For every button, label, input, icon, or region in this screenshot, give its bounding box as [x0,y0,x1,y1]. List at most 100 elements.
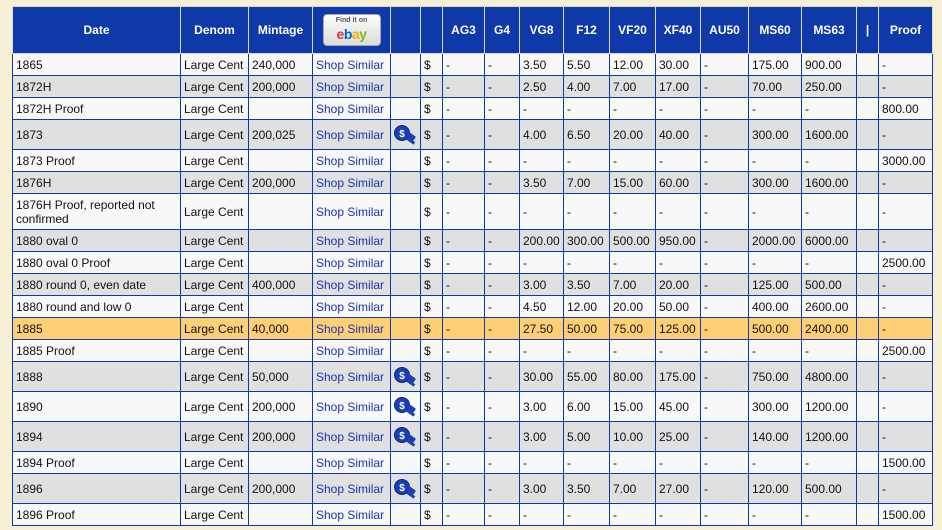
cell-gavel[interactable]: $ [390,473,421,504]
cell-ag3: - [442,421,485,452]
table-row[interactable]: 1876H Large Cent 200,000 Shop Similar $ - -3.5… [12,171,933,194]
table-row[interactable]: 1885 Large Cent 40,000 Shop Similar $ - -27.50… [12,317,933,340]
table-row[interactable]: 1880 oval 0 Proof Large Cent Shop Similar $… [12,251,933,274]
cell-mintage [248,503,313,526]
col-ag3-header[interactable]: AG3 [442,6,485,54]
cell-gavel[interactable]: $ [390,361,421,392]
cell-mintage: 200,025 [248,119,313,150]
shop-similar-link[interactable]: Shop Similar [312,317,391,340]
table-row[interactable]: 1872H Large Cent 200,000 Shop Similar $ - -2.5… [12,75,933,98]
cell-cur: $ [420,97,443,120]
col-xf40-header[interactable]: XF40 [655,6,701,54]
col-vg8-header[interactable]: VG8 [519,6,564,54]
find-it-on-ebay-badge[interactable]: Find it on ebay [322,14,381,46]
cell-gavel[interactable]: $ [390,421,421,452]
col-date-header[interactable]: Date [12,6,181,54]
table-row[interactable]: 1896 Large Cent 200,000 Shop Similar $ $ - -3.0… [12,473,933,504]
shop-similar-link[interactable]: Shop Similar [312,229,391,252]
cell-vf20: - [609,149,656,172]
cell-f12: 3.50 [563,473,610,504]
table-row[interactable]: 1880 round 0, even date Large Cent 400,000… [12,273,933,296]
table-row[interactable]: 1885 Proof Large Cent Shop Similar $ - - - - - - -… [12,339,933,362]
table-row[interactable]: 1896 Proof Large Cent Shop Similar $ - - - - - - -… [12,503,933,526]
table-row[interactable]: 1880 round and low 0 Large Cent Shop Simil… [12,295,933,318]
cell-ms63: 2400.00 [801,317,857,340]
shop-similar-link[interactable]: Shop Similar [312,473,391,504]
cell-vg8: 4.50 [519,295,564,318]
shop-similar-link[interactable]: Shop Similar [312,75,391,98]
cell-ms60: 400.00 [748,295,802,318]
table-row[interactable]: 1890 Large Cent 200,000 Shop Similar $ $ - -3.0… [12,391,933,422]
auction-gavel-icon[interactable]: $ [393,478,419,499]
cell-ms60: 500.00 [748,317,802,340]
cell-vg8: 3.50 [519,53,564,76]
shop-similar-link[interactable]: Shop Similar [312,97,391,120]
shop-similar-link[interactable]: Shop Similar [312,451,391,474]
svg-text:$: $ [399,129,405,140]
cell-denom: Large Cent [180,503,249,526]
cell-vg8: 4.00 [519,119,564,150]
cell-gavel[interactable]: $ [390,391,421,422]
table-row[interactable]: 1880 oval 0 Large Cent Shop Similar $ - -200.… [12,229,933,252]
cell-au50: - [700,149,749,172]
shop-similar-link[interactable]: Shop Similar [312,119,391,150]
table-row[interactable]: 1876H Proof, reported not confirmed Large… [12,193,933,230]
shop-similar-link[interactable]: Shop Similar [312,295,391,318]
cell-gavel[interactable]: $ [390,119,421,150]
col-mintage-header[interactable]: Mintage [248,6,313,54]
cell-xf40: - [655,339,701,362]
shop-similar-link[interactable]: Shop Similar [312,503,391,526]
cell-au50: - [700,75,749,98]
shop-similar-link[interactable]: Shop Similar [312,149,391,172]
cell-gavel [390,75,421,98]
cell-date: 1885 [12,317,181,340]
col-vf20-header[interactable]: VF20 [609,6,656,54]
col-f12-header[interactable]: F12 [563,6,610,54]
shop-similar-link[interactable]: Shop Similar [312,273,391,296]
cell-g4: - [484,53,520,76]
cell-vg8: 30.00 [519,361,564,392]
shop-similar-link[interactable]: Shop Similar [312,251,391,274]
table-row[interactable]: 1865 Large Cent 240,000 Shop Similar $ - -3.50… [12,53,933,76]
col-g4-header[interactable]: G4 [484,6,520,54]
cell-vg8: - [519,149,564,172]
col-denom-header[interactable]: Denom [180,6,249,54]
shop-similar-link[interactable]: Shop Similar [312,391,391,422]
cell-xf40: 950.00 [655,229,701,252]
col-ms60-header[interactable]: MS60 [748,6,802,54]
auction-gavel-icon[interactable]: $ [393,124,419,145]
cell-sep [856,149,879,172]
cell-proof: - [878,421,933,452]
shop-similar-link[interactable]: Shop Similar [312,193,391,230]
auction-gavel-icon[interactable]: $ [393,396,419,417]
col-au50-header[interactable]: AU50 [700,6,749,54]
cell-ms63: 900.00 [801,53,857,76]
cell-mintage [248,295,313,318]
shop-similar-link[interactable]: Shop Similar [312,421,391,452]
shop-similar-link[interactable]: Shop Similar [312,171,391,194]
table-row[interactable]: 1873 Proof Large Cent Shop Similar $ - - - - - - -… [12,149,933,172]
shop-similar-link[interactable]: Shop Similar [312,361,391,392]
cell-date: 1865 [12,53,181,76]
cell-cur: $ [420,473,443,504]
table-row[interactable]: 1872H Proof Large Cent Shop Similar $ - - - - - -… [12,97,933,120]
table-row[interactable]: 1873 Large Cent 200,025 Shop Similar $ $ - -4.0… [12,119,933,150]
col-ms63-header[interactable]: MS63 [801,6,857,54]
auction-gavel-icon[interactable]: $ [393,366,419,387]
cell-mintage: 200,000 [248,75,313,98]
cell-sep [856,295,879,318]
table-row[interactable]: 1894 Large Cent 200,000 Shop Similar $ $ - -3.0… [12,421,933,452]
cell-ms63: - [801,251,857,274]
shop-similar-link[interactable]: Shop Similar [312,53,391,76]
cell-vg8: - [519,503,564,526]
shop-similar-link[interactable]: Shop Similar [312,339,391,362]
col-proof-header[interactable]: Proof [878,6,933,54]
cell-cur: $ [420,421,443,452]
table-row[interactable]: 1894 Proof Large Cent Shop Similar $ - - - - - - -… [12,451,933,474]
cell-proof: 1500.00 [878,451,933,474]
cell-gavel [390,503,421,526]
cell-gavel [390,273,421,296]
auction-gavel-icon[interactable]: $ [393,426,419,447]
table-row[interactable]: 1888 Large Cent 50,000 Shop Similar $ $ - -30.0… [12,361,933,392]
cell-f12: 55.00 [563,361,610,392]
